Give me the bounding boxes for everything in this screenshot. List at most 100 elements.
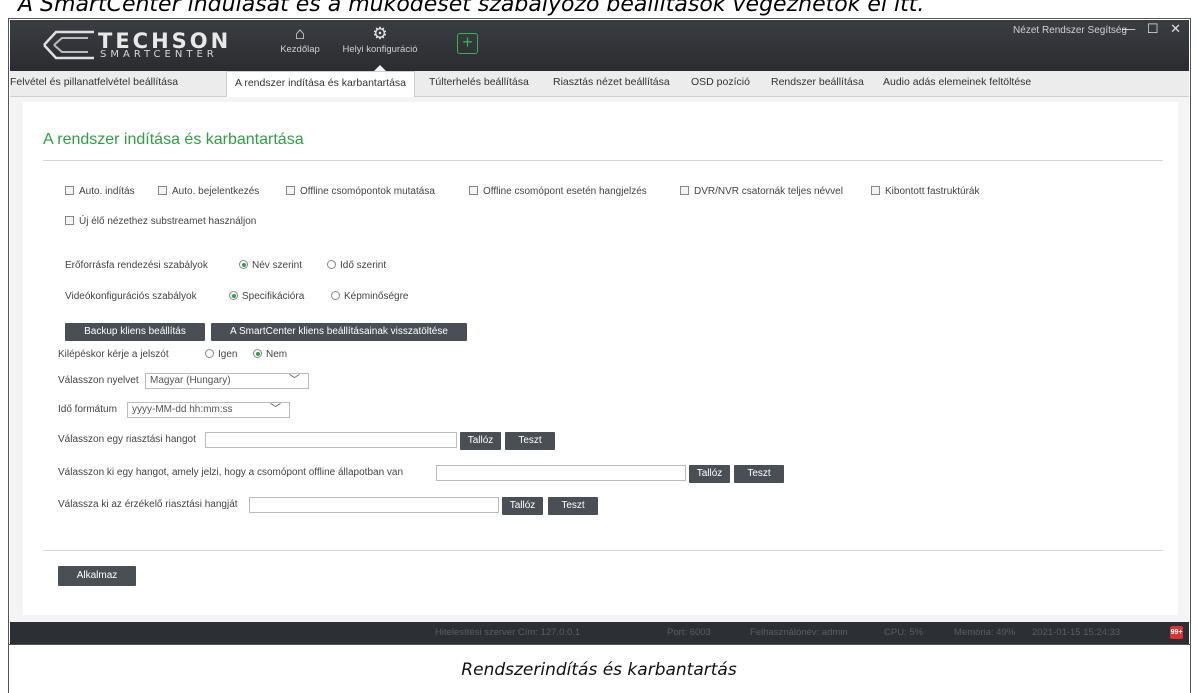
nav-home[interactable]: ⌂ Kezdőlap xyxy=(272,24,328,66)
close-icon[interactable]: ✕ xyxy=(1170,21,1181,36)
radio-label: Képminőségre xyxy=(344,291,409,302)
radio-label: Igen xyxy=(218,349,238,360)
checkbox-box xyxy=(469,186,478,195)
tab-recording[interactable]: Felvétel és pillanatfelvétel beállítása xyxy=(10,76,178,88)
time-format-select[interactable]: yyyy-MM-dd hh:mm:ss ﹀ xyxy=(127,402,290,418)
home-icon: ⌂ xyxy=(294,24,306,43)
apply-button[interactable]: Alkalmaz xyxy=(58,566,136,586)
settings-tabs: Felvétel és pillanatfelvétel beállítása … xyxy=(10,71,1189,97)
status-datetime: 2021-01-15 15:24:33 xyxy=(1032,627,1121,638)
checkbox-label: Offline csomópontok mutatása xyxy=(300,186,435,197)
radio-label: Nem xyxy=(266,349,288,360)
video-config-label: Videókonfigurációs szabályok xyxy=(65,291,197,302)
settings-panel: A rendszer indítása és karbantartása Aut… xyxy=(23,102,1178,615)
app-window: TECHSON SMARTCENTER ⌂ Kezdőlap ⚙ Helyi k… xyxy=(10,20,1189,644)
alarm-sound-label: Válasszon egy riasztási hangot xyxy=(58,434,196,445)
alarm-sound-input[interactable] xyxy=(205,432,457,448)
bottom-divider xyxy=(43,550,1163,551)
checkbox-box xyxy=(680,186,689,195)
substream-live-view-checkbox[interactable]: Új élő nézethez substreamet használjon xyxy=(65,216,256,227)
radio-dot xyxy=(205,349,214,358)
sensor-sound-label: Válassza ki az érzékelő riasztási hangjá… xyxy=(58,499,238,510)
radio-dot xyxy=(229,291,238,300)
tab-audio-upload[interactable]: Audio adás elemeinek feltöltése xyxy=(883,76,1031,88)
sensor-sound-test-button[interactable]: Teszt xyxy=(548,497,598,515)
alarm-notification-icon[interactable]: 99+ xyxy=(1170,626,1183,639)
tab-overload[interactable]: Túlterhelés beállítása xyxy=(429,76,529,88)
tab-osd-position[interactable]: OSD pozíció xyxy=(691,76,750,88)
app-header: TECHSON SMARTCENTER ⌂ Kezdőlap ⚙ Helyi k… xyxy=(10,20,1189,71)
checkbox-label: Új élő nézethez substreamet használjon xyxy=(79,216,257,227)
exit-password-no-radio[interactable]: Nem xyxy=(253,349,287,360)
auto-start-checkbox[interactable]: Auto. indítás xyxy=(65,186,135,197)
checkbox-box xyxy=(158,186,167,195)
checkbox-box xyxy=(286,186,295,195)
offline-sound-browse-button[interactable]: Tallóz xyxy=(689,465,730,483)
by-quality-radio[interactable]: Képminőségre xyxy=(331,291,408,302)
offline-sound-checkbox[interactable]: Offline csomópont esetén hangjelzés xyxy=(469,186,647,197)
expanded-tree-checkbox[interactable]: Kibontott fastruktúrák xyxy=(871,186,980,197)
tab-system-settings[interactable]: Rendszer beállítása xyxy=(771,76,864,88)
offline-sound-input[interactable] xyxy=(436,465,686,481)
alarm-sound-test-button[interactable]: Teszt xyxy=(505,432,555,450)
add-view-button[interactable]: + xyxy=(457,33,478,54)
maximize-icon[interactable]: ☐ xyxy=(1147,21,1159,36)
checkbox-label: Auto. indítás xyxy=(79,186,135,197)
radio-label: Idő szerint xyxy=(340,260,387,271)
radio-dot xyxy=(253,349,262,358)
logo-sub-text: SMARTCENTER xyxy=(100,49,218,60)
sensor-sound-input[interactable] xyxy=(249,497,499,513)
radio-label: Specifikációra xyxy=(242,291,305,302)
status-memory: Memória: 49% xyxy=(954,627,1016,638)
logo-mark-icon xyxy=(43,30,94,60)
tab-startup-maintenance[interactable]: A rendszer indítása és karbantartása xyxy=(226,71,416,97)
status-port: Port: 6003 xyxy=(667,627,711,638)
checkbox-label: Kibontott fastruktúrák xyxy=(885,186,980,197)
nav-local-config-label: Helyi konfiguráció xyxy=(342,44,418,55)
radio-dot xyxy=(327,260,336,269)
gear-icon: ⚙ xyxy=(372,24,388,43)
backup-client-settings-button[interactable]: Backup kliens beállítás xyxy=(65,323,205,341)
radio-dot xyxy=(239,260,248,269)
title-divider xyxy=(43,160,1163,161)
sort-by-name-radio[interactable]: Név szerint xyxy=(239,260,302,271)
nav-home-label: Kezdőlap xyxy=(280,44,320,55)
minimize-icon[interactable]: — xyxy=(1122,21,1135,36)
radio-dot xyxy=(331,291,340,300)
sort-by-time-radio[interactable]: Idő szerint xyxy=(327,260,386,271)
checkbox-box xyxy=(65,216,74,225)
figure-caption: Rendszerindítás és karbantartás xyxy=(461,660,737,680)
show-offline-nodes-checkbox[interactable]: Offline csomópontok mutatása xyxy=(286,186,435,197)
screenshot-frame: TECHSON SMARTCENTER ⌂ Kezdőlap ⚙ Helyi k… xyxy=(8,18,1191,645)
checkbox-box xyxy=(65,186,74,195)
status-user: Felhasználónév: admin xyxy=(750,627,848,638)
exit-password-label: Kilépéskor kérje a jelszót xyxy=(58,349,169,360)
chevron-down-icon: ﹀ xyxy=(270,403,281,415)
checkbox-label: DVR/NVR csatornák teljes névvel xyxy=(694,186,843,197)
auto-login-checkbox[interactable]: Auto. bejelentkezés xyxy=(158,186,259,197)
offline-sound-test-button[interactable]: Teszt xyxy=(734,465,784,483)
status-cpu: CPU: 5% xyxy=(884,627,924,638)
offline-sound-label: Válasszon ki egy hangot, amely jelzi, ho… xyxy=(58,467,404,478)
time-format-label: Idő formátum xyxy=(58,404,117,415)
sensor-sound-browse-button[interactable]: Tallóz xyxy=(502,497,543,515)
window-controls: — ☐ ✕ xyxy=(1114,21,1181,37)
by-specification-radio[interactable]: Specifikációra xyxy=(229,291,304,302)
alarm-sound-browse-button[interactable]: Tallóz xyxy=(460,432,501,450)
resource-sort-label: Erőforrásfa rendezési szabályok xyxy=(65,260,208,271)
full-channel-names-checkbox[interactable]: DVR/NVR csatornák teljes névvel xyxy=(680,186,843,197)
tab-alarm-view[interactable]: Riasztás nézet beállítása xyxy=(553,76,670,88)
status-server: Hitelesítési szerver Cím: 127.0.0.1 xyxy=(435,627,581,638)
language-select[interactable]: Magyar (Hungary) ﹀ xyxy=(145,373,309,389)
window-menu[interactable]: Nézet Rendszer Segítség xyxy=(1013,25,1127,36)
restore-client-settings-button[interactable]: A SmartCenter kliens beállításainak viss… xyxy=(211,323,467,341)
language-label: Válasszon nyelvet xyxy=(58,375,139,386)
checkbox-box xyxy=(871,186,880,195)
plus-icon: + xyxy=(462,32,473,52)
checkbox-label: Offline csomópont esetén hangjelzés xyxy=(483,186,647,197)
section-title: A rendszer indítása és karbantartása xyxy=(43,131,304,148)
techson-logo: TECHSON SMARTCENTER xyxy=(40,28,260,62)
nav-local-config[interactable]: ⚙ Helyi konfiguráció xyxy=(331,24,429,71)
exit-password-yes-radio[interactable]: Igen xyxy=(205,349,237,360)
radio-label: Név szerint xyxy=(252,260,303,271)
